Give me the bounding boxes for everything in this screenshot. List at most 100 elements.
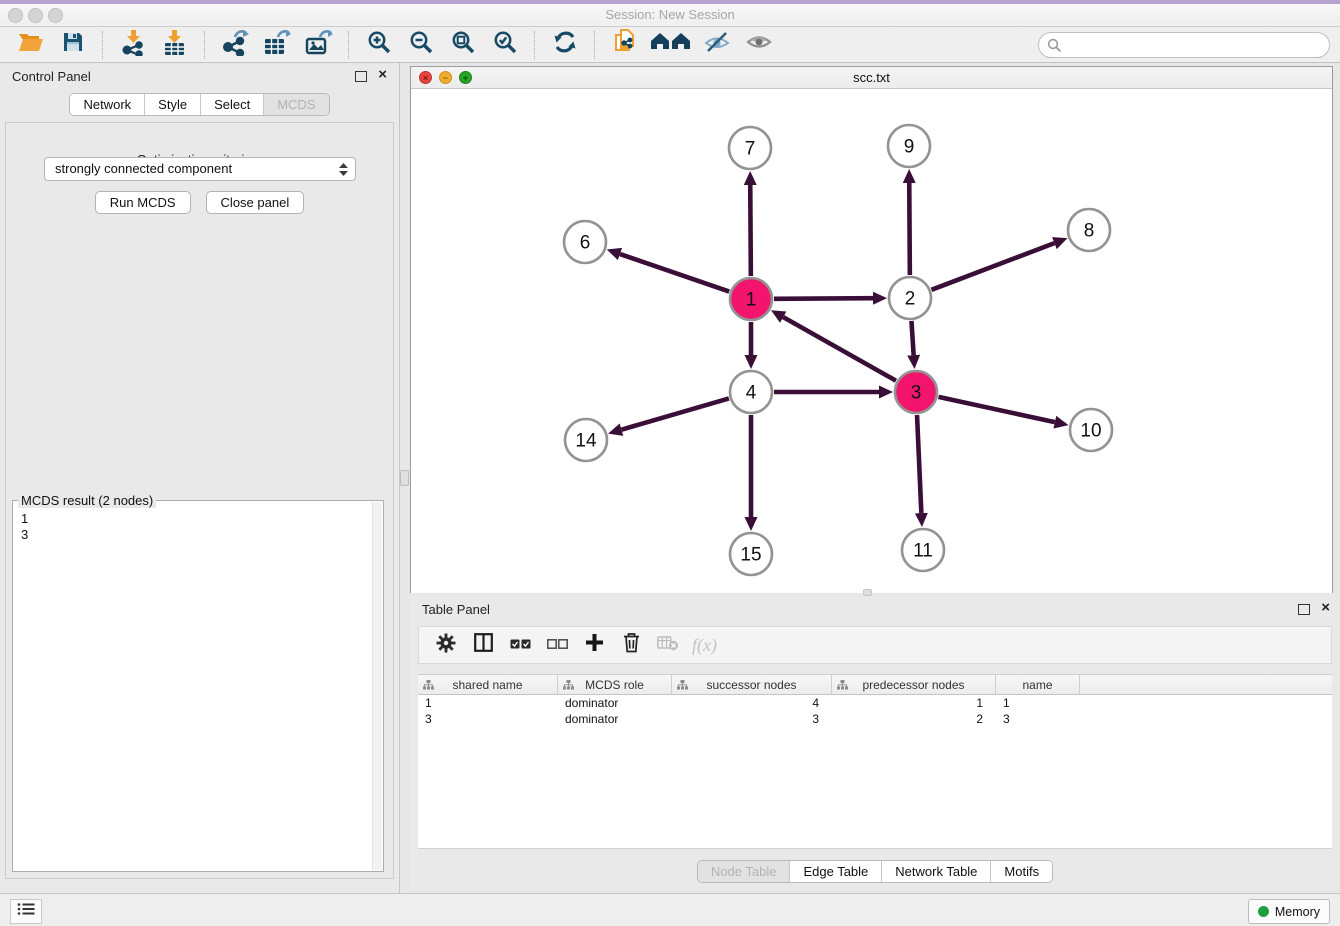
tab-style[interactable]: Style	[144, 94, 200, 115]
table-tab-network-table[interactable]: Network Table	[881, 861, 990, 882]
zoom-out-button[interactable]	[403, 29, 439, 61]
edge-3-1[interactable]	[783, 317, 896, 381]
zoom-selected-button[interactable]	[487, 29, 523, 61]
tab-select[interactable]: Select	[200, 94, 263, 115]
edge-3-10[interactable]	[938, 397, 1054, 422]
delete-rows-button[interactable]	[616, 631, 646, 659]
edge-1-7[interactable]	[750, 185, 751, 276]
table-cell[interactable]: dominator	[558, 711, 672, 727]
float-panel-icon[interactable]	[355, 71, 367, 82]
checked-boxes-icon	[510, 636, 531, 654]
refresh-layout-button[interactable]	[547, 29, 583, 61]
node-label: 11	[913, 541, 933, 562]
save-session-button[interactable]	[55, 29, 91, 61]
run-mcds-button[interactable]: Run MCDS	[95, 191, 191, 214]
edge-1-2[interactable]	[774, 298, 873, 299]
network-splitter-handle[interactable]	[863, 589, 872, 596]
table-row[interactable]: 1dominator411	[418, 695, 1332, 711]
network-graph[interactable]: 7968124314101511	[411, 89, 1332, 593]
table-row[interactable]: 3dominator323	[418, 711, 1332, 727]
zoom-fit-button[interactable]	[445, 29, 481, 61]
column-header-successor-nodes[interactable]: successor nodes	[672, 675, 832, 694]
zoom-selected-icon	[493, 30, 518, 60]
delete-column-icon	[657, 635, 679, 656]
import-network-icon	[120, 29, 147, 61]
table-cell[interactable]: 3	[672, 711, 832, 727]
main-toolbar	[0, 27, 1340, 63]
column-header-name[interactable]: name	[996, 675, 1080, 694]
table-cell[interactable]: 3	[996, 711, 1080, 727]
close-table-panel-icon[interactable]: ×	[1321, 600, 1330, 616]
table-tab-motifs[interactable]: Motifs	[990, 861, 1052, 882]
import-network-button[interactable]	[115, 29, 151, 61]
close-panel-button[interactable]: Close panel	[206, 191, 305, 214]
column-header-predecessor-nodes[interactable]: predecessor nodes	[832, 675, 996, 694]
table-settings-button[interactable]	[431, 631, 461, 659]
show-all-button[interactable]	[741, 29, 777, 61]
function-builder-button[interactable]: f(x)	[692, 635, 717, 656]
zoom-in-icon	[367, 30, 392, 60]
tab-mcds[interactable]: MCDS	[263, 94, 328, 115]
criterion-select[interactable]: strongly connected component	[44, 157, 356, 181]
close-panel-icon[interactable]: ×	[378, 67, 387, 83]
table-cell[interactable]: 4	[672, 695, 832, 711]
table-cell[interactable]: 2	[832, 711, 996, 727]
table-tabs: Node TableEdge TableNetwork TableMotifs	[410, 860, 1340, 883]
tab-network[interactable]: Network	[70, 94, 144, 115]
export-network-button[interactable]	[217, 29, 253, 61]
hide-selected-button[interactable]	[699, 29, 735, 61]
edge-2-3[interactable]	[911, 321, 913, 355]
memory-button[interactable]: Memory	[1248, 899, 1330, 924]
zoom-out-icon	[409, 30, 434, 60]
refresh-icon	[552, 29, 578, 60]
window-title: Session: New Session	[0, 7, 1340, 22]
edge-4-14[interactable]	[622, 398, 729, 429]
home-button[interactable]	[649, 29, 693, 61]
add-row-button[interactable]	[579, 631, 609, 659]
toolbar-separator	[534, 31, 536, 59]
table-cell[interactable]: 1	[832, 695, 996, 711]
edge-3-11[interactable]	[917, 415, 921, 513]
control-panel-tabs: NetworkStyleSelectMCDS	[0, 93, 399, 116]
toolbar-separator	[204, 31, 206, 59]
select-stepper-icon	[338, 162, 349, 184]
save-floppy-icon	[62, 31, 84, 58]
eye-icon	[746, 32, 772, 57]
export-table-button[interactable]	[259, 29, 295, 61]
table-tab-edge-table[interactable]: Edge Table	[789, 861, 881, 882]
import-table-button[interactable]	[157, 29, 193, 61]
table-tab-node-table[interactable]: Node Table	[698, 861, 790, 882]
export-image-button[interactable]	[301, 29, 337, 61]
edge-2-9[interactable]	[909, 183, 910, 275]
duplicate-network-button[interactable]	[607, 29, 643, 61]
unchecked-boxes-icon	[547, 636, 568, 654]
control-panel-header: Control Panel ×	[0, 63, 399, 89]
table-panel-title: Table Panel	[422, 602, 490, 617]
delete-column-button[interactable]	[653, 631, 683, 659]
open-session-button[interactable]	[13, 29, 49, 61]
node-label: 9	[904, 137, 915, 158]
deselect-all-columns-button[interactable]	[542, 631, 572, 659]
table-cell[interactable]: 1	[418, 695, 558, 711]
table-cell[interactable]: 3	[418, 711, 558, 727]
zoom-fit-icon	[451, 30, 476, 60]
edge-1-6[interactable]	[620, 254, 729, 292]
zoom-in-button[interactable]	[361, 29, 397, 61]
edge-2-8[interactable]	[932, 243, 1055, 290]
table-cell[interactable]: 1	[996, 695, 1080, 711]
task-history-button[interactable]	[10, 899, 42, 924]
panel-splitter-handle[interactable]	[400, 470, 409, 486]
table-header-row: shared nameMCDS rolesuccessor nodesprede…	[418, 674, 1332, 695]
table-cell[interactable]: dominator	[558, 695, 672, 711]
show-column-panel-button[interactable]	[468, 631, 498, 659]
network-canvas[interactable]: 7968124314101511	[411, 89, 1332, 593]
mcds-buttons: Run MCDS Close panel	[0, 191, 399, 214]
select-all-columns-button[interactable]	[505, 631, 535, 659]
search-input[interactable]	[1038, 32, 1330, 58]
column-header-shared-name[interactable]: shared name	[418, 675, 558, 694]
result-scrollbar[interactable]	[372, 502, 382, 870]
node-label: 4	[746, 383, 757, 404]
node-label: 7	[745, 139, 756, 160]
column-header-MCDS-role[interactable]: MCDS role	[558, 675, 672, 694]
float-table-panel-icon[interactable]	[1298, 604, 1310, 615]
